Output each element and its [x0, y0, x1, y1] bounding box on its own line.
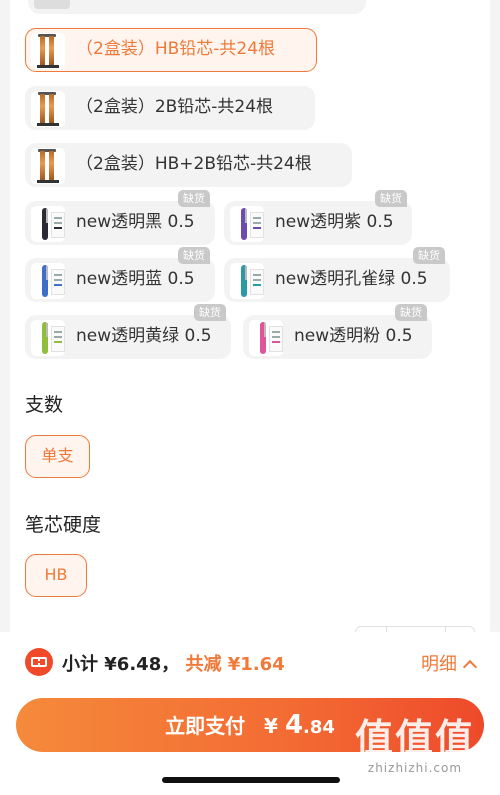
option-hb-lead-2box[interactable]: （2盒装）HB铅芯-共24根 [25, 28, 317, 72]
detail-label: 明细 [421, 654, 457, 675]
out-of-stock-badge: 缺货 [395, 304, 427, 321]
pencil-teal-thumbnail [230, 263, 264, 299]
out-of-stock-badge: 缺货 [178, 190, 210, 207]
out-of-stock-badge: 缺货 [178, 247, 210, 264]
option-label: （2盒装）HB铅芯-共24根 [76, 39, 276, 59]
pencil-pink-thumbnail [249, 320, 283, 356]
price-summary: 小计 ¥6.48， 共减 ¥1.64 [62, 650, 285, 676]
pay-label: 立即支付 [165, 714, 246, 738]
pay-currency: ¥ [264, 714, 278, 738]
count-option-single[interactable]: 单支 [25, 435, 90, 478]
option-new-clear-yellow-green[interactable]: new透明黄绿 0.5 缺货 [25, 304, 231, 359]
pencil-purple-thumbnail [230, 206, 264, 242]
option-new-clear-purple[interactable]: new透明紫 0.5 缺货 [224, 190, 412, 245]
option-label: new透明粉 0.5 [294, 326, 413, 346]
option-label: new透明黄绿 0.5 [76, 326, 212, 346]
option-label: new透明蓝 0.5 [76, 269, 195, 289]
checkout-bar: 小计 ¥6.48， 共减 ¥1.64 明细 立即支付 ¥ 4.84 值值值 zh… [0, 632, 500, 795]
watermark-logo: 值值值 [354, 716, 475, 760]
discount-label: 共减 [185, 654, 222, 675]
home-indicator[interactable] [162, 777, 340, 783]
option-new-clear-peacock-green[interactable]: new透明孔雀绿 0.5 缺货 [224, 247, 450, 302]
out-of-stock-badge: 缺货 [194, 304, 226, 321]
pencil-blue-thumbnail [31, 263, 65, 299]
hardness-section-title: 笔芯硬度 [25, 514, 102, 536]
option-label: （2盒装）2B铅芯-共24根 [76, 97, 274, 117]
price-detail-toggle[interactable]: 明细 [421, 650, 478, 676]
option-label: new透明孔雀绿 0.5 [275, 269, 428, 289]
subtotal-value: ¥6.48， [104, 654, 180, 675]
out-of-stock-badge: 缺货 [413, 247, 445, 264]
subtotal-label: 小计 [62, 654, 98, 675]
option-label: （2盒装）HB+2B铅芯-共24根 [76, 154, 312, 174]
pay-amount-decimal: .84 [303, 717, 335, 738]
watermark-site: zhizhizhi.com [367, 761, 463, 775]
option-new-clear-black[interactable]: new透明黑 0.5 缺货 [25, 190, 215, 245]
lead-refill-thumbnail [31, 91, 65, 127]
discount-value: ¥1.64 [227, 654, 285, 675]
option-label: new透明黑 0.5 [76, 212, 195, 232]
lead-refill-thumbnail [31, 33, 65, 69]
pay-amount-integer: 4 [284, 710, 304, 740]
option-label: new透明紫 0.5 [275, 212, 394, 232]
lead-refill-thumbnail [31, 148, 65, 184]
chevron-up-icon [462, 659, 478, 675]
coupon-icon [25, 648, 53, 676]
option-hb-2b-lead-2box[interactable]: （2盒装）HB+2B铅芯-共24根 [25, 143, 352, 187]
pencil-yellow-green-thumbnail [31, 320, 65, 356]
hardness-option-hb[interactable]: HB [25, 554, 87, 597]
option-partial-top[interactable] [28, 0, 366, 14]
pencil-black-thumbnail [31, 206, 65, 242]
option-thumbnail [34, 0, 70, 9]
watermark: 值值值 zhizhizhi.com [340, 717, 490, 775]
out-of-stock-badge: 缺货 [375, 190, 407, 207]
option-2b-lead-2box[interactable]: （2盒装）2B铅芯-共24根 [25, 86, 315, 130]
option-new-clear-pink[interactable]: new透明粉 0.5 缺货 [243, 304, 432, 359]
option-new-clear-blue[interactable]: new透明蓝 0.5 缺货 [25, 247, 215, 302]
count-section-title: 支数 [25, 394, 64, 416]
